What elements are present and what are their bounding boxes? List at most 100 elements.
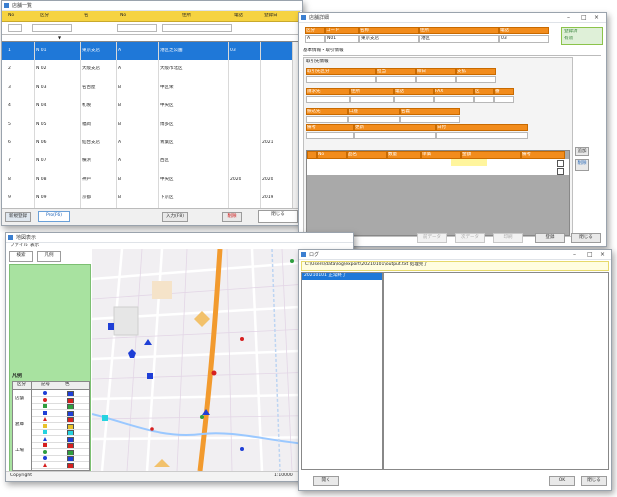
table-cell: N 01 [36, 48, 47, 53]
top-value-field[interactable]: A [305, 35, 325, 43]
table-cell: N 03 [36, 84, 47, 90]
table-row[interactable]: 9 N 09 京都 B 下京区 2019 [2, 189, 292, 209]
input-button[interactable]: 入力(F8) [162, 212, 188, 222]
close-icon[interactable]: × [594, 14, 599, 21]
table-cell: 神戸 [82, 176, 91, 182]
field-input[interactable] [394, 96, 434, 103]
minimize-icon[interactable]: – [573, 251, 576, 258]
grid-col-header[interactable]: 金額 [461, 151, 521, 159]
field-input[interactable] [350, 96, 394, 103]
app-icon [8, 235, 13, 240]
field-input[interactable] [416, 76, 456, 83]
table-row[interactable]: 8 N 08 神戸 B 中央区 2020 2020 [2, 170, 292, 191]
field-input[interactable] [474, 96, 494, 103]
maximize-icon[interactable]: □ [581, 14, 587, 21]
maximize-icon[interactable]: □ [587, 251, 593, 258]
col-header[interactable]: 名 [84, 13, 89, 19]
top-header: 名称 [359, 27, 419, 34]
field-input[interactable] [348, 116, 400, 123]
field-header: 区 [474, 88, 494, 95]
col-header[interactable]: 登録日 [264, 13, 278, 19]
log-close-button[interactable]: 閉じる [581, 476, 607, 486]
grid-col-header[interactable]: 備考 [521, 151, 565, 159]
delete-button[interactable]: 削除 [222, 212, 242, 222]
prev-data-button[interactable]: 前データ [417, 233, 447, 243]
register-button[interactable]: 登録 [535, 233, 565, 243]
grid-highlight-cell[interactable] [451, 159, 487, 166]
legend-button[interactable]: 凡例 [37, 251, 61, 262]
close-icon[interactable]: × [600, 251, 605, 258]
field-input[interactable] [400, 116, 460, 123]
field-input[interactable] [306, 132, 354, 139]
col-header[interactable]: 電話 [234, 13, 243, 19]
grid-col-header[interactable]: 単価 [421, 151, 461, 159]
legend-table: 区分 記号 色店舗 倉庫 工場 [12, 381, 90, 471]
table-cell: 下京区 [160, 195, 174, 201]
status-right: 1:10000 [274, 473, 293, 478]
section-title[interactable]: 基本情報・取引情報 [303, 48, 344, 54]
map-marker-cyan [102, 415, 108, 421]
field-input[interactable] [376, 76, 416, 83]
new-register-button[interactable]: 新規登録 [5, 212, 31, 222]
table-row[interactable]: 2 N 02 大阪支店 A 大阪市北区 [2, 60, 292, 80]
ok-button[interactable]: OK [549, 476, 575, 486]
status-box: 登録済 有効 [561, 27, 603, 45]
checkbox[interactable] [557, 168, 564, 175]
checkbox[interactable] [557, 160, 564, 167]
minimize-icon[interactable]: – [567, 14, 570, 21]
table-cell: N 04 [36, 103, 47, 109]
filter-input[interactable] [117, 24, 157, 32]
menu-file[interactable]: ファイル [10, 243, 28, 249]
add-row-button[interactable]: 追加 [575, 147, 589, 156]
legend-symbol-icon [43, 456, 47, 460]
filter-input[interactable] [8, 24, 22, 32]
table-row[interactable]: 4 N 04 札幌 B 中央区 [2, 97, 292, 117]
table-row[interactable]: 5 N 05 福岡 B 博多区 [2, 115, 292, 135]
filter-input[interactable] [32, 24, 72, 32]
legend-col-header: 記号 [41, 382, 50, 387]
table-cell: 4 [8, 103, 11, 109]
search-button[interactable]: 検索 [9, 251, 33, 262]
grid-row[interactable] [307, 167, 569, 175]
table-row[interactable]: 3 N 03 名古屋 B 中区栄 [2, 78, 292, 99]
detail-window: 店舗詳細 – □ × 区分 A コード N01 名称 東京支店 住所 港区 電話 03 登録済 有… [298, 12, 607, 247]
top-value-field[interactable]: N01 [325, 35, 359, 43]
col-header[interactable]: No [8, 13, 14, 19]
table-row[interactable]: 1 N 01 東京支店 A 港区芝公園 03 [2, 42, 292, 62]
table-cell: 名古屋 [82, 84, 96, 90]
filter-input[interactable] [162, 24, 232, 32]
top-value-field[interactable]: 港区 [419, 35, 499, 43]
grid-col-header[interactable]: 品名 [347, 151, 387, 159]
legend-col-header: 色 [65, 382, 70, 387]
col-header[interactable]: No [120, 13, 126, 19]
menu-view[interactable]: 表示 [30, 243, 39, 249]
top-value-field[interactable]: 東京支店 [359, 35, 419, 43]
field-input[interactable] [436, 132, 528, 139]
field-input[interactable] [434, 96, 474, 103]
top-value-field[interactable]: 03 [499, 35, 549, 43]
field-input[interactable] [306, 116, 348, 123]
col-header[interactable]: 区分 [40, 13, 49, 19]
sort-icon[interactable]: ▼ [58, 35, 61, 41]
field-input[interactable] [494, 96, 514, 103]
pro-tab-button[interactable]: Pro(F6) [38, 211, 70, 222]
field-input[interactable] [354, 132, 436, 139]
col-header[interactable]: 住所 [182, 13, 191, 19]
log-titlebar: ログ – □ × [299, 250, 611, 260]
table-row[interactable]: 7 N 07 横浜 A 西区 [2, 152, 292, 172]
print-button[interactable]: 印刷 [493, 233, 523, 243]
open-button[interactable]: 開く [313, 476, 339, 486]
table-row[interactable]: 6 N 06 仙台支店 A 青葉区 2021 [2, 134, 292, 154]
detail-close-button[interactable]: 閉じる [571, 233, 601, 243]
legend-symbol-icon [43, 443, 47, 447]
next-data-button[interactable]: 次データ [455, 233, 485, 243]
close-button[interactable]: 閉じる [258, 210, 298, 223]
field-input[interactable] [306, 76, 376, 83]
grid-col-header[interactable]: 数量 [387, 151, 421, 159]
field-input[interactable] [306, 96, 350, 103]
grid-col-header[interactable]: No [317, 151, 347, 159]
list-item[interactable]: 20210101 正常終了 [302, 273, 382, 280]
field-input[interactable] [456, 76, 496, 83]
log-list: 20210101 正常終了 [301, 272, 383, 470]
delete-row-button[interactable]: 削除 [575, 159, 589, 171]
